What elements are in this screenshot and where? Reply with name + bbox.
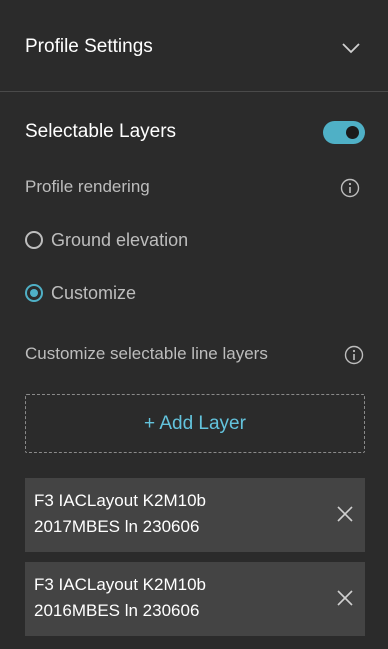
customize-layers-label: Customize selectable line layers: [25, 344, 268, 363]
layer-name-line2: 2016MBES ln 230606: [34, 601, 200, 620]
toggle-knob: [346, 126, 359, 139]
selectable-layers-title: Selectable Layers: [25, 121, 177, 142]
layer-card: F3 IACLayout K2M10b 2016MBES ln 230606: [25, 562, 365, 636]
radio-label-customize: Customize: [51, 282, 137, 303]
header-title: Profile Settings: [25, 36, 153, 57]
radio-label-ground-elevation: Ground elevation: [51, 229, 189, 250]
layer-name-line1: F3 IACLayout K2M10b: [34, 491, 206, 510]
layer-name: F3 IACLayout K2M10b 2016MBES ln 230606: [34, 572, 324, 624]
layer-name-line1: F3 IACLayout K2M10b: [34, 575, 206, 594]
radio-button-customize[interactable]: [25, 284, 43, 302]
radio-button-ground-elevation[interactable]: [25, 231, 43, 249]
profile-settings-header[interactable]: Profile Settings: [0, 0, 388, 92]
profile-rendering-label: Profile rendering: [25, 177, 150, 196]
selectable-layers-toggle[interactable]: [323, 121, 365, 144]
radio-customize[interactable]: Customize: [25, 281, 136, 305]
info-icon[interactable]: [340, 178, 360, 198]
layer-name-line2: 2017MBES ln 230606: [34, 517, 200, 536]
info-icon[interactable]: [344, 345, 364, 365]
close-icon[interactable]: [335, 588, 355, 608]
chevron-down-icon[interactable]: [340, 40, 362, 56]
close-icon[interactable]: [335, 504, 355, 524]
add-layer-button[interactable]: + Add Layer: [25, 394, 365, 453]
layer-card: F3 IACLayout K2M10b 2017MBES ln 230606: [25, 478, 365, 552]
layer-name: F3 IACLayout K2M10b 2017MBES ln 230606: [34, 488, 324, 540]
radio-ground-elevation[interactable]: Ground elevation: [25, 228, 188, 252]
